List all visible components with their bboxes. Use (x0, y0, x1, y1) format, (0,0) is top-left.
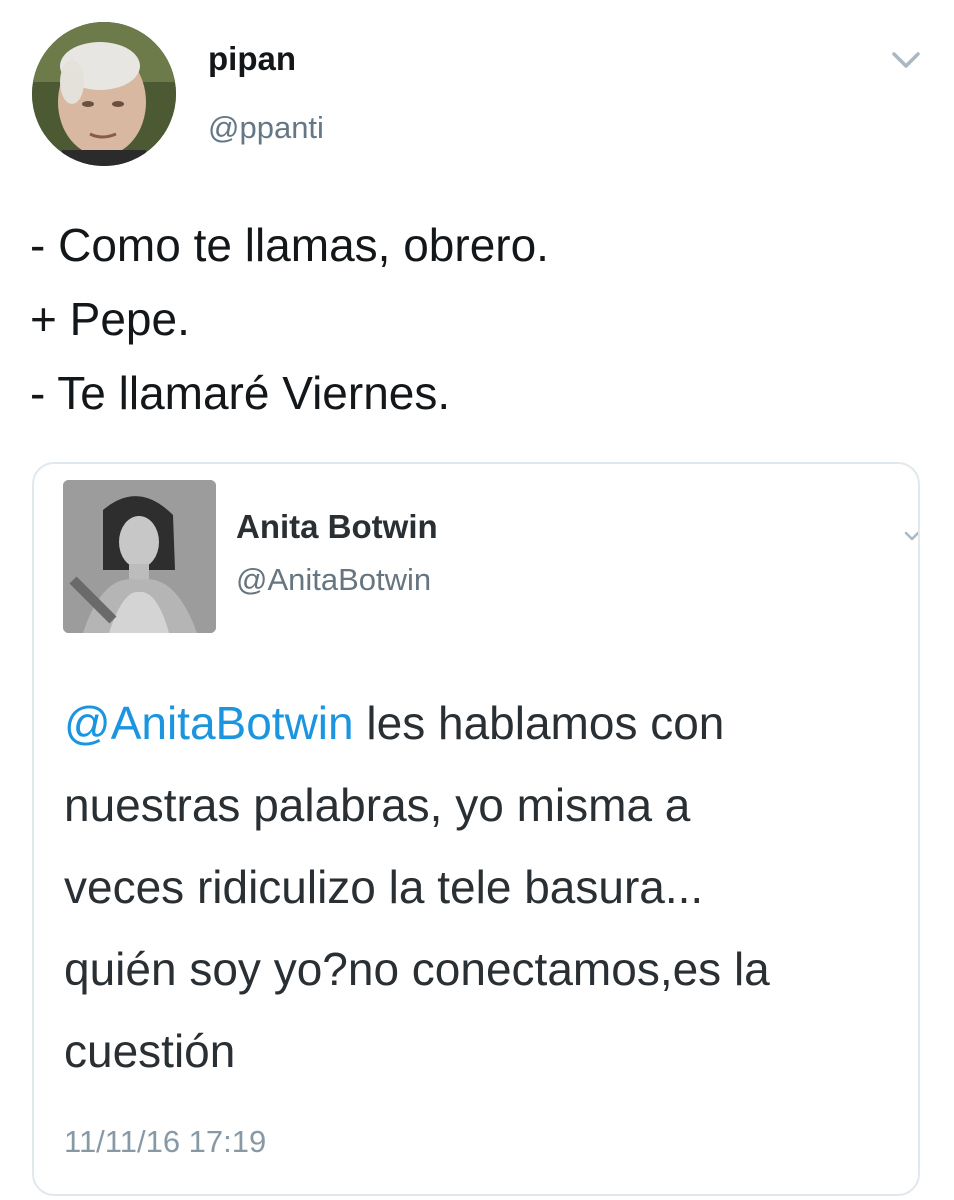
quoted-display-name[interactable]: Anita Botwin (236, 508, 438, 546)
tweet-text-line: - Como te llamas, obrero. (30, 219, 549, 271)
quoted-avatar[interactable] (63, 480, 216, 633)
chevron-down-icon[interactable] (886, 44, 926, 78)
quoted-text-line: veces ridiculizo la tele basura... (64, 861, 704, 913)
tweet-text-line: - Te llamaré Viernes. (30, 367, 451, 419)
tweet-text-line: + Pepe. (30, 293, 190, 345)
quoted-text-fragment: les hablamos con (353, 697, 725, 749)
avatar-photo-icon (63, 480, 216, 633)
chevron-down-icon[interactable] (902, 526, 918, 546)
quoted-tweet-text: @AnitaBotwin les hablamos con nuestras p… (64, 682, 918, 1092)
display-name[interactable]: pipan (208, 40, 296, 78)
quoted-text-line: quién soy yo?no conectamos,es la (64, 943, 770, 995)
mention-link[interactable]: @AnitaBotwin (64, 697, 354, 749)
quoted-user-handle[interactable]: @AnitaBotwin (236, 562, 431, 598)
quoted-text-line: cuestión (64, 1025, 236, 1077)
timestamp[interactable]: 11/11/16 17:19 (64, 1124, 266, 1160)
user-handle[interactable]: @ppanti (208, 110, 324, 146)
avatar-photo-icon (32, 22, 176, 166)
tweet: pipan @ppanti - Como te llamas, obrero. … (0, 0, 954, 1200)
tweet-text: - Como te llamas, obrero. + Pepe. - Te l… (30, 208, 910, 430)
avatar[interactable] (32, 22, 176, 166)
quoted-text-line: @AnitaBotwin les hablamos con (64, 682, 918, 764)
quoted-text-line: nuestras palabras, yo misma a (64, 779, 691, 831)
quoted-tweet-card[interactable]: Anita Botwin @AnitaBotwin @AnitaBotwin l… (32, 462, 920, 1196)
